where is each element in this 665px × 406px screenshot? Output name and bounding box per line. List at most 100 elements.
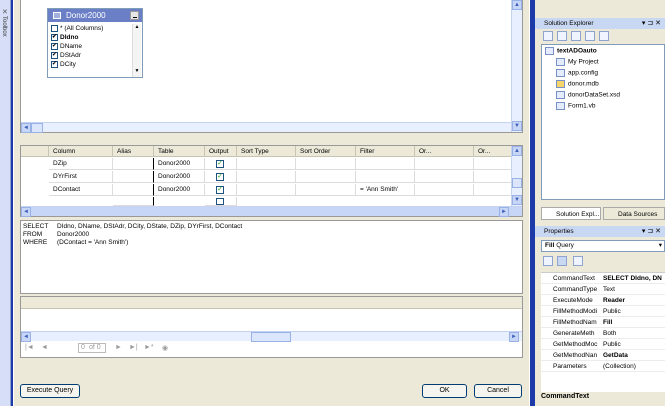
column-item[interactable]: * (All Columns) — [50, 24, 130, 33]
scroll-thumb[interactable] — [251, 332, 291, 342]
toolbox-strip[interactable]: ✕ Toolbox — [0, 0, 11, 406]
tree-item-app-config[interactable]: app.config — [556, 69, 598, 77]
results-pane[interactable]: ◄ ► |◄ ◄ 0 of 0 ► ►| ►* ◉ — [20, 296, 523, 358]
view-designer-icon[interactable] — [599, 31, 609, 41]
scroll-down-icon[interactable]: ▼ — [512, 121, 522, 131]
scroll-up-icon[interactable]: ▲ — [512, 146, 522, 156]
grid-cell-column[interactable]: DContact — [49, 184, 113, 196]
grid-cell-sort-type[interactable] — [237, 171, 296, 183]
table-scrollbar[interactable]: ▲ ▼ — [132, 24, 141, 77]
column-item[interactable]: ✔ DCity — [50, 60, 130, 69]
column-item[interactable]: ✔ DStAdr — [50, 51, 130, 60]
previous-record-icon[interactable]: ◄ — [41, 344, 48, 351]
scroll-down-icon[interactable]: ▼ — [512, 195, 522, 205]
last-record-icon[interactable]: ►| — [129, 344, 138, 351]
cancel-button[interactable]: Cancel — [474, 384, 522, 398]
grid-cell-or[interactable] — [474, 184, 512, 196]
scroll-right-icon[interactable]: ► — [509, 332, 519, 342]
next-record-icon[interactable]: ► — [115, 344, 122, 351]
grid-cell-table[interactable]: Donor2000 — [154, 158, 205, 170]
alphabetical-icon[interactable] — [557, 256, 567, 266]
tree-item-my-project[interactable]: My Project — [556, 58, 599, 66]
grid-header-or-2[interactable]: Or... — [474, 146, 512, 157]
scroll-up-icon[interactable]: ▲ — [512, 0, 522, 10]
property-row[interactable]: GenerateMeth Both — [541, 328, 665, 339]
tab-solution-explorer[interactable]: Solution Expl... — [541, 207, 601, 220]
grid-new-row[interactable] — [113, 197, 154, 206]
scroll-right-icon[interactable]: ► — [499, 207, 509, 217]
grid-cell-sort-order[interactable] — [296, 171, 356, 183]
show-all-files-icon[interactable] — [557, 31, 567, 41]
output-checkbox[interactable]: ✓ — [216, 186, 224, 194]
grid-cell-or[interactable] — [415, 184, 474, 196]
column-item[interactable]: ✔ DIdno — [50, 33, 130, 42]
grid-cell-sort-type[interactable] — [237, 184, 296, 196]
grid-cell-or[interactable] — [474, 158, 512, 170]
scroll-left-icon[interactable]: ◄ — [21, 207, 31, 217]
tree-item-donor-mdb[interactable]: donor.mdb — [556, 80, 599, 88]
property-row[interactable]: GetMethodNan GetData — [541, 350, 665, 361]
refresh-icon[interactable] — [571, 31, 581, 41]
scroll-thumb[interactable] — [31, 123, 43, 133]
grid-cell-filter[interactable] — [356, 171, 415, 183]
stop-icon[interactable]: ◉ — [162, 344, 168, 352]
output-checkbox[interactable]: ✓ — [216, 173, 224, 181]
property-row[interactable]: CommandType Text — [541, 284, 665, 295]
view-code-icon[interactable] — [585, 31, 595, 41]
grid-header-alias[interactable]: Alias — [113, 146, 154, 157]
solution-explorer-title[interactable]: Solution Explorer ▾ ⊐ ✕ — [535, 18, 665, 29]
ok-button[interactable]: OK — [422, 384, 467, 398]
property-row[interactable]: CommandText SELECT DIdno, DN — [541, 273, 665, 284]
grid-cell-column[interactable]: DYrFirst — [49, 171, 113, 183]
grid-header-sort-type[interactable]: Sort Type — [237, 146, 296, 157]
categorized-icon[interactable] — [543, 256, 553, 266]
grid-cell-alias[interactable] — [113, 171, 154, 183]
property-row[interactable]: FillMethodModi Public — [541, 306, 665, 317]
output-checkbox[interactable] — [216, 198, 224, 205]
checkbox[interactable]: ✔ — [51, 43, 58, 50]
grid-cell-filter[interactable]: = 'Ann Smith' — [356, 184, 415, 196]
checkbox[interactable]: ✔ — [51, 52, 58, 59]
grid-header-output[interactable]: Output — [205, 146, 237, 157]
tree-item-dataset[interactable]: donorDataSet.xsd — [556, 91, 620, 99]
grid-cell-alias[interactable] — [113, 158, 154, 170]
panel-controls-icon[interactable]: ▾ ⊐ ✕ — [642, 18, 661, 29]
diagram-horizontal-scrollbar[interactable]: ◄ — [21, 122, 511, 133]
grid-header-sort-order[interactable]: Sort Order — [296, 146, 356, 157]
sql-pane[interactable]: SELECT DIdno, DName, DStAdr, DCity, DStat… — [20, 220, 523, 294]
scroll-thumb[interactable] — [512, 178, 522, 188]
tab-data-sources[interactable]: Data Sources — [603, 207, 665, 220]
properties-title[interactable]: Properties ▾ ⊐ ✕ — [535, 226, 665, 237]
grid-cell-or[interactable] — [474, 171, 512, 183]
results-horizontal-scrollbar[interactable]: ◄ ► — [21, 331, 522, 342]
property-row[interactable]: ExecuteMode Reader — [541, 295, 665, 306]
grid-cell-alias[interactable] — [113, 184, 154, 196]
table-donor2000[interactable]: Donor2000 * (All Columns) ✔ DIdno ✔ DName … — [47, 8, 143, 78]
properties-object-selector[interactable]: Fill Query ▾ — [541, 240, 665, 252]
grid-cell-filter[interactable] — [356, 158, 415, 170]
checkbox[interactable]: ✔ — [51, 61, 58, 68]
grid-header-filter[interactable]: Filter — [356, 146, 415, 157]
tree-item-project[interactable]: textADOauto — [545, 47, 597, 55]
grid-cell-sort-order[interactable] — [296, 158, 356, 170]
property-row[interactable]: GetMethodMoc Public — [541, 339, 665, 350]
grid-cell-or[interactable] — [415, 158, 474, 170]
output-checkbox[interactable]: ✓ — [216, 160, 224, 168]
property-row[interactable]: FillMethodNam Fill — [541, 317, 665, 328]
execute-query-button[interactable]: Execute Query — [20, 384, 80, 398]
grid-cell-column[interactable]: DZip — [49, 158, 113, 170]
grid-vertical-scrollbar[interactable]: ▲ ▼ — [511, 146, 522, 206]
grid-cell-table[interactable]: Donor2000 — [154, 171, 205, 183]
grid-header-or-1[interactable]: Or... — [415, 146, 474, 157]
first-record-icon[interactable]: |◄ — [25, 344, 34, 351]
property-row[interactable]: Parameters (Collection) — [541, 361, 665, 372]
properties-icon[interactable] — [543, 31, 553, 41]
grid-cell-sort-type[interactable] — [237, 158, 296, 170]
grid-cell-or[interactable] — [415, 171, 474, 183]
grid-header-column[interactable]: Column — [49, 146, 113, 157]
grid-cell-sort-order[interactable] — [296, 184, 356, 196]
panel-controls-icon[interactable]: ▾ ⊐ ✕ — [642, 226, 661, 237]
new-record-icon[interactable]: ►* — [144, 344, 154, 351]
scroll-up-icon[interactable]: ▲ — [133, 24, 141, 32]
table-title-bar[interactable]: Donor2000 — [48, 9, 142, 22]
